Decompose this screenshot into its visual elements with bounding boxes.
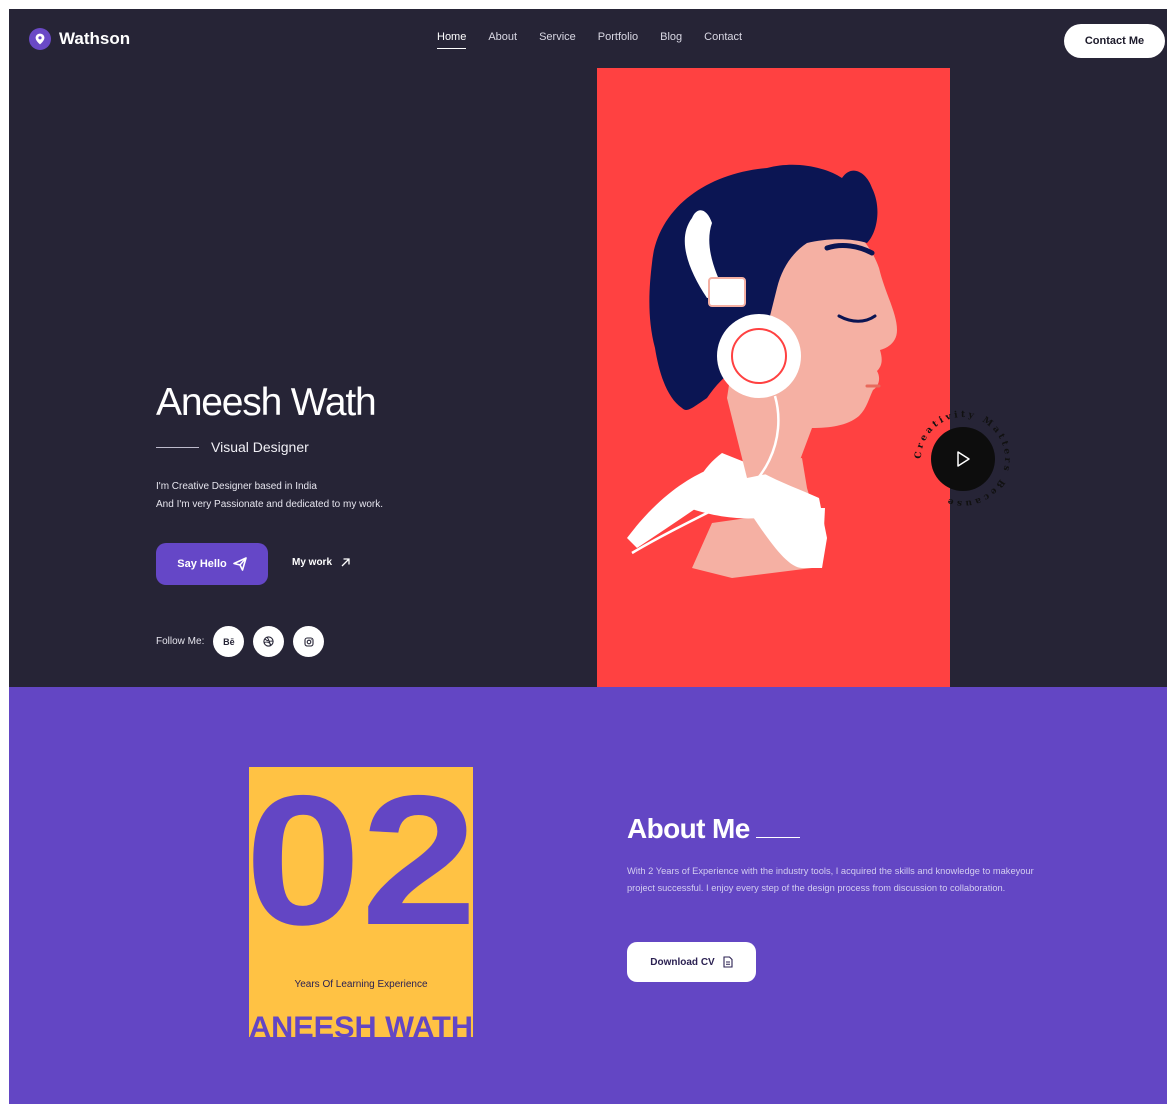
intro-line-2: And I'm very Passionate and dedicated to… (156, 499, 384, 510)
headphone-portrait-illustration (627, 164, 897, 578)
portfolio-page: Wathson Home About Service Portfolio Blo… (9, 9, 1167, 1104)
my-work-link[interactable]: My work (292, 557, 351, 568)
location-pin-icon (29, 28, 51, 50)
follow-me-row: Follow Me: Bē (156, 626, 325, 657)
behance-icon[interactable]: Bē (213, 626, 245, 657)
role-title: Visual Designer (211, 439, 309, 455)
main-nav: Home About Service Portfolio Blog Contac… (437, 31, 742, 49)
about-description: With 2 Years of Experience with the indu… (627, 866, 1034, 893)
about-section: 02 ANEESH WATH Years Of Learning Experie… (9, 687, 1167, 1104)
about-heading: About Me (627, 813, 800, 845)
instagram-icon[interactable] (293, 626, 325, 657)
experience-card: 02 ANEESH WATH Years Of Learning Experie… (249, 767, 473, 1037)
document-icon (723, 956, 733, 968)
hero-section: Wathson Home About Service Portfolio Blo… (9, 9, 1167, 687)
dribbble-icon[interactable] (253, 626, 285, 657)
name-watermark: ANEESH WATH (249, 1011, 473, 1037)
paper-plane-icon (232, 557, 247, 571)
download-cv-button[interactable]: Download CV (627, 942, 756, 982)
contact-me-button[interactable]: Contact Me (1064, 24, 1165, 58)
years-label: Years Of Learning Experience (294, 979, 428, 990)
nav-item-contact[interactable]: Contact (704, 31, 742, 49)
nav-item-home[interactable]: Home (437, 31, 467, 49)
role-line: Visual Designer (156, 439, 309, 455)
nav-item-portfolio[interactable]: Portfolio (598, 31, 638, 49)
arrow-up-right-icon (341, 558, 350, 567)
brand-name: Wathson (59, 29, 131, 48)
hero-intro: I'm Creative Designer based in India And… (156, 478, 383, 514)
play-video-badge[interactable]: Creativity Matters Because (914, 410, 1012, 508)
my-work-label: My work (292, 557, 333, 568)
nav-item-blog[interactable]: Blog (660, 31, 682, 49)
about-title-underline (755, 836, 800, 838)
say-hello-button[interactable]: Say Hello (156, 543, 268, 585)
download-cv-label: Download CV (650, 956, 715, 968)
years-number: 02 (249, 767, 473, 964)
hero-illustration (597, 68, 950, 687)
say-hello-label: Say Hello (177, 558, 227, 570)
top-navigation-bar: Wathson Home About Service Portfolio Blo… (9, 9, 1167, 71)
nav-item-service[interactable]: Service (539, 31, 576, 49)
about-title: About Me (627, 813, 750, 844)
role-divider (156, 446, 199, 448)
logo[interactable]: Wathson (29, 28, 130, 50)
intro-line-1: I'm Creative Designer based in India (156, 481, 317, 492)
nav-item-about[interactable]: About (488, 31, 517, 49)
follow-label: Follow Me: (156, 636, 205, 647)
hero-name: Aneesh Wath (156, 381, 377, 424)
